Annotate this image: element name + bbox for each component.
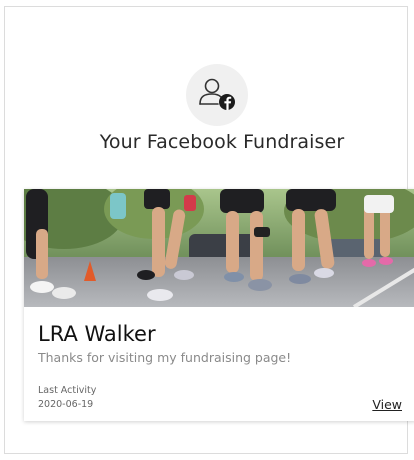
user-facebook-icon — [186, 64, 248, 126]
last-activity-label: Last Activity — [38, 385, 97, 396]
view-link[interactable]: View — [372, 397, 402, 412]
last-activity-date: 2020-06-19 — [38, 399, 94, 410]
fundraiser-name: LRA Walker — [38, 322, 156, 346]
fundraiser-panel: Your Facebook Fundraiser LRA Walker Than… — [4, 6, 414, 454]
fundraiser-description: Thanks for visiting my fundraising page! — [38, 350, 292, 365]
page-title: Your Facebook Fundraiser — [99, 131, 345, 153]
fundraiser-card[interactable]: LRA Walker Thanks for visiting my fundra… — [24, 189, 414, 421]
runners-photo — [24, 189, 414, 307]
